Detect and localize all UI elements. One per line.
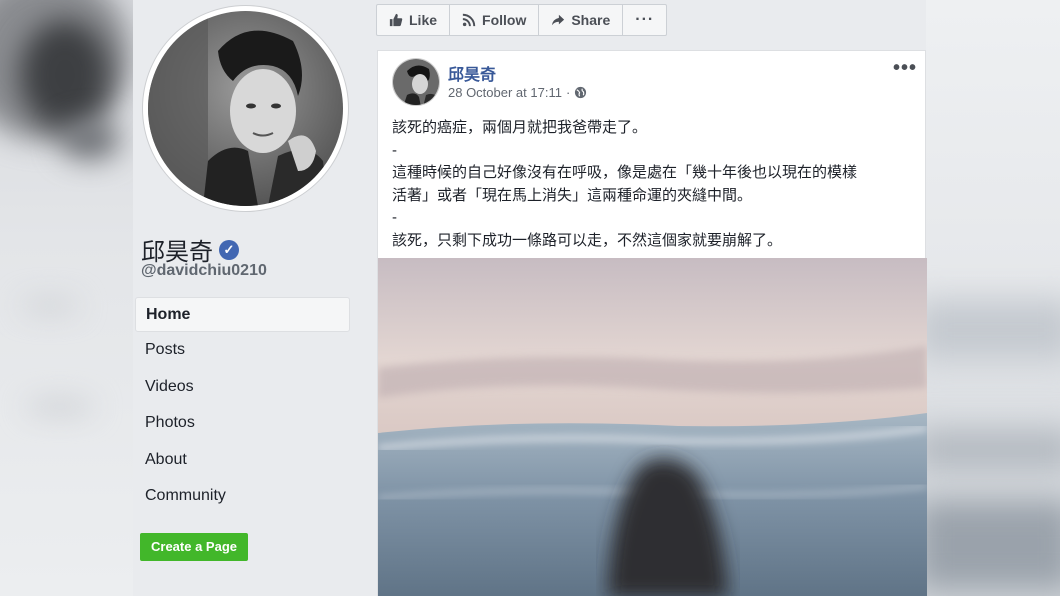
blurred-background-right	[926, 0, 1060, 596]
post-author-name[interactable]: 邱昊奇	[448, 61, 496, 85]
like-button[interactable]: Like	[377, 5, 451, 35]
public-globe-icon[interactable]	[574, 86, 587, 99]
meta-separator: ·	[565, 85, 571, 100]
nav-item-community[interactable]: Community	[135, 478, 350, 515]
rss-follow-icon	[462, 13, 476, 27]
post-card: 邱昊奇 28 October at 17:11 · ••• 該死的癌症，兩個月就…	[377, 50, 927, 596]
create-page-button[interactable]: Create a Page	[140, 533, 248, 561]
post-line: 這種時候的自己好像沒有在呼吸，像是處在「幾十年後也以現在的模樣	[392, 164, 858, 181]
post-line: 該死，只剩下成功一條路可以走，不然這個家就要崩解了。	[392, 231, 783, 249]
page-action-bar: Like Follow Share ···	[376, 4, 668, 36]
post-text: 該死的癌症，兩個月就把我爸帶走了。 - 這種時候的自己好像沒有在呼吸，像是處在「…	[392, 117, 917, 252]
post-options-icon[interactable]: •••	[893, 57, 917, 80]
post-avatar-image	[393, 59, 439, 105]
share-label: Share	[571, 12, 611, 28]
post-timestamp[interactable]: 28 October at 17:11	[448, 85, 562, 100]
post-meta: 28 October at 17:11 ·	[448, 85, 587, 100]
more-options-button[interactable]: ···	[623, 5, 666, 35]
post-line: -	[392, 141, 397, 159]
page-navigation: Home Posts Videos Photos About Community	[135, 297, 350, 515]
nav-item-posts[interactable]: Posts	[135, 332, 350, 369]
like-label: Like	[409, 12, 438, 28]
page-handle[interactable]: @davidchiu0210	[141, 262, 267, 280]
blurred-background-left	[0, 0, 133, 596]
thumbs-up-icon	[389, 13, 403, 27]
nav-item-videos[interactable]: Videos	[135, 369, 350, 406]
follow-label: Follow	[482, 12, 527, 28]
verified-badge-icon: ✓	[219, 239, 239, 260]
left-column: 邱昊奇 ✓ @davidchiu0210 Home Posts Videos P…	[133, 0, 363, 596]
post-author-avatar[interactable]	[392, 58, 440, 106]
nav-item-about[interactable]: About	[135, 442, 350, 479]
ocean-photo-image	[378, 258, 927, 596]
post-line: -	[392, 209, 397, 226]
profile-photo-image	[148, 11, 343, 206]
share-button[interactable]: Share	[539, 5, 624, 35]
share-arrow-icon	[552, 14, 565, 26]
nav-item-home[interactable]: Home	[135, 297, 350, 332]
nav-item-photos[interactable]: Photos	[135, 405, 350, 442]
post-line: 活著」或者「現在馬上消失」這兩種命運的夾縫中間。	[392, 186, 753, 204]
post-line: 該死的癌症，兩個月就把我爸帶走了。	[392, 119, 648, 136]
profile-photo	[148, 11, 343, 206]
post-photo[interactable]	[378, 258, 927, 596]
more-options-icon: ···	[635, 11, 655, 28]
profile-picture[interactable]	[143, 6, 348, 211]
follow-button[interactable]: Follow	[450, 5, 540, 35]
